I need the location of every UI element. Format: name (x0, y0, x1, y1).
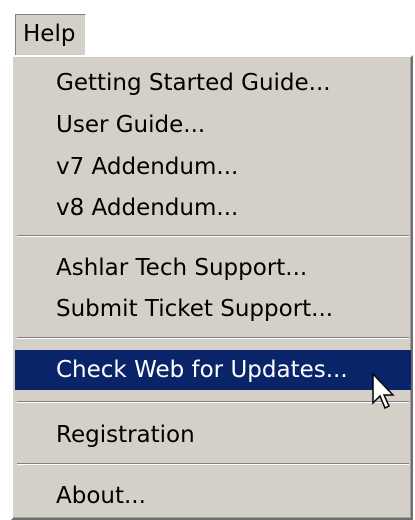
menu-separator (17, 337, 409, 339)
menu-item-check-web-for-updates[interactable]: Check Web for Updates... (15, 350, 411, 390)
arrow-pointer-icon (372, 373, 395, 410)
menu-item-about[interactable]: About... (15, 476, 411, 516)
menu-item-v7-addendum[interactable]: v7 Addendum... (15, 147, 411, 187)
menu-separator (17, 463, 409, 465)
menu-separator (17, 235, 409, 237)
menu-bar: Help (0, 0, 415, 57)
menu-item-user-guide[interactable]: User Guide... (15, 105, 411, 145)
help-menu-title[interactable]: Help (15, 14, 86, 55)
menu-item-v8-addendum[interactable]: v8 Addendum... (15, 188, 411, 228)
menu-item-getting-started-guide[interactable]: Getting Started Guide... (15, 63, 411, 103)
menu-item-submit-ticket-support[interactable]: Submit Ticket Support... (15, 289, 411, 329)
help-menu-dropdown: Getting Started Guide... User Guide... v… (11, 55, 413, 520)
menu-item-registration[interactable]: Registration (15, 415, 411, 455)
menu-separator (17, 401, 409, 403)
menu-item-ashlar-tech-support[interactable]: Ashlar Tech Support... (15, 248, 411, 288)
